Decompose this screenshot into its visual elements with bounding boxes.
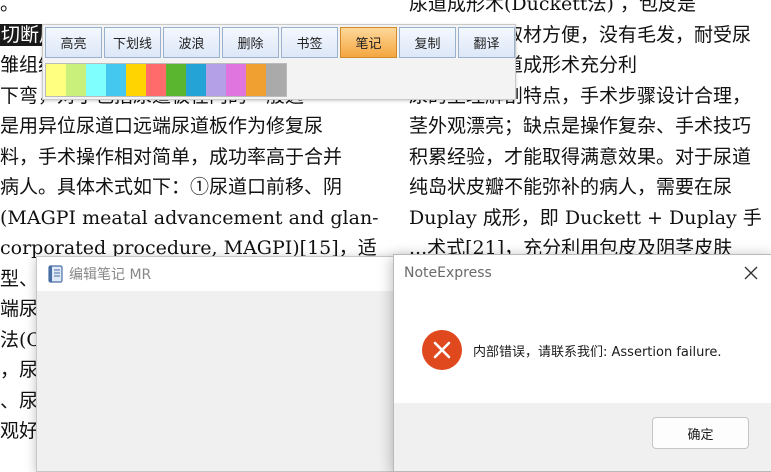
ok-button[interactable]: 确定 [652,417,749,449]
color-swatch[interactable] [66,64,86,96]
error-dialog-title: NoteExpress [404,265,492,281]
color-swatch[interactable] [146,64,166,96]
toolbar-button[interactable]: 下划线 [104,27,161,58]
toolbar-button[interactable]: 高亮 [45,27,102,58]
close-button[interactable] [736,257,766,289]
close-icon [744,266,758,280]
toolbar-button[interactable]: 删除 [222,27,279,58]
document-right-line: 尿道成形术(Duckett法) ，包皮是 [409,0,697,15]
error-icon [421,329,463,371]
toolbar-button[interactable]: 笔记 [340,27,397,58]
toolbar-button-row: 高亮 下划线 波浪 删除 书签 笔记 复制 翻译 [45,27,517,58]
notebook-icon [47,265,63,283]
toolbar-button[interactable]: 翻译 [458,27,515,58]
color-swatch[interactable] [266,64,286,96]
color-swatch[interactable] [106,64,126,96]
document-right-line: 纯岛状皮瓣不能弥补的病人，需要在尿 [409,176,733,198]
color-swatch[interactable] [226,64,246,96]
color-swatch[interactable] [46,64,66,96]
error-dialog-body: 内部错误，请联系我们: Assertion failure. [394,293,771,403]
color-swatch[interactable] [126,64,146,96]
color-swatch[interactable] [166,64,186,96]
toolbar-button[interactable]: 波浪 [163,27,220,58]
color-swatch[interactable] [86,64,106,96]
toolbar-button[interactable]: 书签 [281,27,338,58]
error-dialog-titlebar[interactable]: NoteExpress [394,255,771,293]
document-right-line: Duplay 成形，即 Duckett + Duplay 手 [409,206,762,229]
color-swatch[interactable] [186,64,206,96]
color-swatch-row [45,63,287,97]
document-left-line: 是用异位尿道口远端尿道板作为修复尿 [0,115,324,137]
document-left-line: 料，手术操作相对简单，成功率高于合并 [0,145,343,168]
color-swatch[interactable] [206,64,226,96]
document-left-line: 。 [0,0,20,15]
document-left-line: (MAGPI meatal advancement and glan- [0,206,379,229]
edit-note-title: 编辑笔记 MR [69,267,152,283]
document-left-line: 病人。具体术式如下：①尿道口前移、阴 [0,176,343,198]
color-swatch[interactable] [246,64,266,96]
document-right-line: 积累经验，才能取得满意效果。对于尿道 [409,145,752,168]
edit-note-titlebar[interactable]: 编辑笔记 MR [37,257,409,291]
edit-note-window[interactable]: 编辑笔记 MR [36,256,410,472]
document-right-line: 茎外观漂亮；缺点是操作复杂、手术技巧 [409,115,752,137]
error-message: 内部错误，请联系我们: Assertion failure. [473,345,722,360]
error-dialog[interactable]: NoteExpress 内部错误，请联系我们: Assertion failur… [393,254,771,472]
toolbar-button[interactable]: 复制 [399,27,456,58]
error-dialog-footer: 确定 [394,403,771,471]
annotation-toolbar: 高亮 下划线 波浪 删除 书签 笔记 复制 翻译 [42,24,516,100]
